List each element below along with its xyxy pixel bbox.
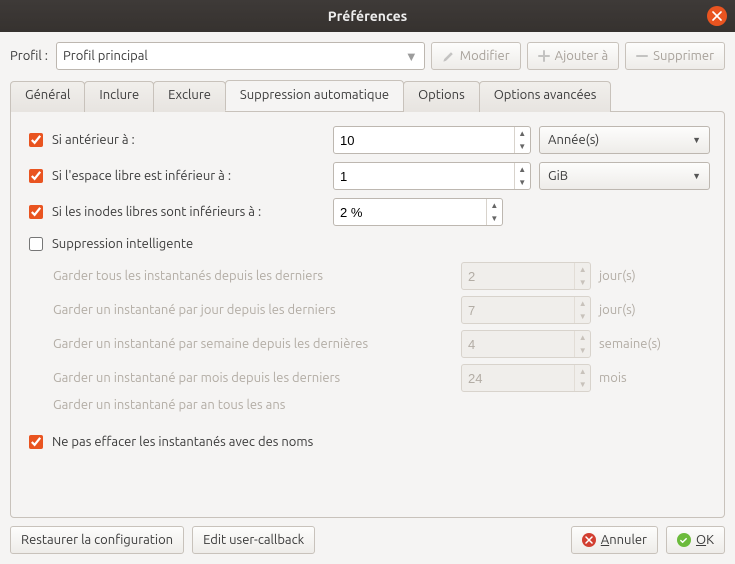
- close-icon: [712, 11, 722, 21]
- add-button[interactable]: Ajouter à: [527, 42, 619, 70]
- spin-arrows[interactable]: ▲▼: [514, 127, 530, 153]
- smart-one-year-label: Garder un instantané par an tous les ans: [53, 398, 453, 412]
- bottom-bar: Restaurer la configuration Edit user-cal…: [10, 526, 725, 554]
- tab-autoremove[interactable]: Suppression automatique: [225, 80, 404, 111]
- smart-one-week-unit: semaine(s): [599, 337, 661, 351]
- ok-icon: [677, 533, 691, 547]
- inodes-label: Si les inodes libres sont inférieurs à :: [52, 205, 261, 219]
- smart-all-last-spin: ▲▼: [461, 262, 591, 290]
- pencil-icon: [442, 50, 455, 63]
- older-checkbox[interactable]: [29, 133, 43, 147]
- older-label: Si antérieur à :: [52, 133, 135, 147]
- edit-user-callback-button[interactable]: Edit user-callback: [192, 526, 315, 554]
- smart-one-week-input: [462, 331, 574, 357]
- keep-named-checkbox-label[interactable]: Ne pas effacer les instantanés avec des …: [25, 432, 313, 452]
- older-spinbox[interactable]: ▲▼: [333, 126, 531, 154]
- spin-arrows: ▲▼: [574, 297, 590, 323]
- older-checkbox-label[interactable]: Si antérieur à :: [25, 130, 325, 150]
- smart-all-last-input: [462, 263, 574, 289]
- close-button[interactable]: [707, 6, 727, 26]
- keep-named-label: Ne pas effacer les instantanés avec des …: [52, 435, 313, 449]
- inodes-spinbox[interactable]: ▲▼: [333, 198, 503, 226]
- older-unit-value: Année(s): [548, 133, 599, 147]
- delete-button-label: Supprimer: [653, 49, 714, 63]
- inodes-checkbox[interactable]: [29, 205, 43, 219]
- profile-row: Profil : Profil principal ▼ Modifier Ajo…: [10, 42, 725, 70]
- delete-button[interactable]: Supprimer: [625, 42, 725, 70]
- freespace-label: Si l'espace libre est inférieur à :: [52, 169, 231, 183]
- smart-label: Suppression intelligente: [52, 237, 193, 251]
- smart-one-day-spin: ▲▼: [461, 296, 591, 324]
- plus-icon: [538, 50, 550, 62]
- modify-button-label: Modifier: [460, 49, 510, 63]
- restore-config-button[interactable]: Restaurer la configuration: [10, 526, 184, 554]
- smart-all-last-unit: jour(s): [599, 269, 636, 283]
- profile-combo-value: Profil principal: [63, 49, 148, 63]
- chevron-down-icon: ▼: [692, 135, 701, 145]
- older-input[interactable]: [334, 127, 514, 153]
- freespace-spinbox[interactable]: ▲▼: [333, 162, 531, 190]
- spin-arrows[interactable]: ▲▼: [486, 199, 502, 225]
- smart-all-last-label: Garder tous les instantanés depuis les d…: [53, 269, 453, 283]
- tab-exclude[interactable]: Exclure: [153, 81, 226, 112]
- spin-arrows: ▲▼: [574, 365, 590, 391]
- modify-button[interactable]: Modifier: [431, 42, 521, 70]
- cancel-icon: [582, 533, 596, 547]
- freespace-unit-combo[interactable]: GiB ▼: [539, 162, 710, 190]
- smart-one-month-label: Garder un instantané par mois depuis les…: [53, 371, 453, 385]
- chevron-down-icon: ▼: [405, 49, 418, 64]
- smart-one-day-input: [462, 297, 574, 323]
- cancel-button-label: Annuler: [601, 533, 647, 547]
- inodes-checkbox-label[interactable]: Si les inodes libres sont inférieurs à :: [25, 202, 325, 222]
- smart-block: Garder tous les instantanés depuis les d…: [53, 262, 710, 412]
- add-button-label: Ajouter à: [555, 49, 608, 63]
- tab-include[interactable]: Inclure: [84, 81, 154, 112]
- tab-general[interactable]: Général: [10, 81, 85, 112]
- spin-arrows: ▲▼: [574, 263, 590, 289]
- tab-page-autoremove: Si antérieur à : ▲▼ Année(s) ▼ Si l'espa…: [10, 111, 725, 518]
- smart-one-day-label: Garder un instantané par jour depuis les…: [53, 303, 453, 317]
- freespace-input[interactable]: [334, 163, 514, 189]
- titlebar: Préférences: [0, 0, 735, 32]
- tab-bar: Général Inclure Exclure Suppression auto…: [10, 80, 725, 111]
- cancel-button[interactable]: Annuler: [571, 526, 658, 554]
- profile-combo[interactable]: Profil principal ▼: [56, 42, 425, 70]
- profile-label: Profil :: [10, 49, 50, 63]
- inodes-input[interactable]: [334, 199, 486, 225]
- smart-checkbox-label[interactable]: Suppression intelligente: [25, 234, 193, 254]
- smart-one-day-unit: jour(s): [599, 303, 636, 317]
- freespace-checkbox[interactable]: [29, 169, 43, 183]
- tab-advanced[interactable]: Options avancées: [479, 81, 612, 112]
- spin-arrows: ▲▼: [574, 331, 590, 357]
- smart-one-month-spin: ▲▼: [461, 364, 591, 392]
- ok-button-label: OK: [696, 533, 714, 547]
- smart-one-month-unit: mois: [599, 371, 627, 385]
- spin-arrows[interactable]: ▲▼: [514, 163, 530, 189]
- tab-options[interactable]: Options: [403, 81, 480, 112]
- minus-icon: [636, 50, 648, 62]
- freespace-checkbox-label[interactable]: Si l'espace libre est inférieur à :: [25, 166, 325, 186]
- ok-button[interactable]: OK: [666, 526, 725, 554]
- older-unit-combo[interactable]: Année(s) ▼: [539, 126, 710, 154]
- chevron-down-icon: ▼: [692, 171, 701, 181]
- smart-checkbox[interactable]: [29, 237, 43, 251]
- window-title: Préférences: [328, 8, 408, 24]
- freespace-unit-value: GiB: [548, 169, 568, 183]
- smart-one-week-spin: ▲▼: [461, 330, 591, 358]
- keep-named-checkbox[interactable]: [29, 435, 43, 449]
- smart-one-week-label: Garder un instantané par semaine depuis …: [53, 337, 453, 351]
- smart-one-month-input: [462, 365, 574, 391]
